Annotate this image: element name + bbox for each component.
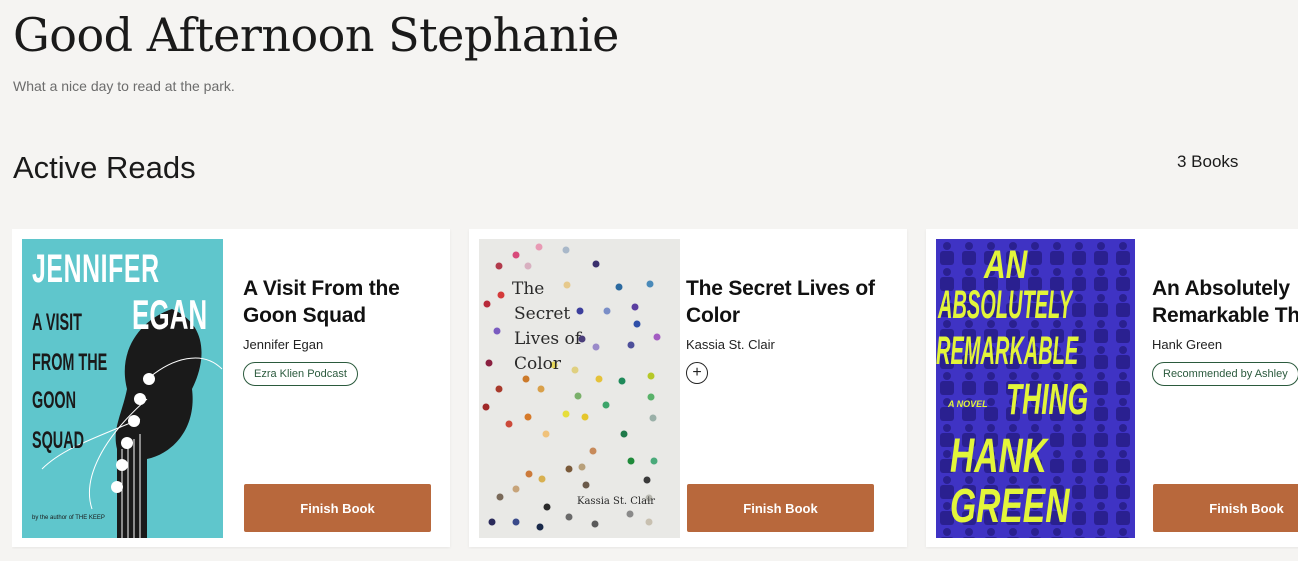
book-card[interactable]: JENNIFER EGAN A VISIT FROM THE GOON SQUA… [12, 229, 450, 547]
cover-novel-label: A NOVEL [948, 399, 988, 409]
book-info: The Secret Lives of Color Kassia St. Cla… [686, 275, 886, 384]
plus-icon: + [692, 364, 702, 381]
book-title[interactable]: A Visit From the Goon Squad [243, 275, 443, 329]
cover-title-line: FROM THE [32, 349, 108, 376]
color-dots-illustration [482, 243, 661, 531]
cover-author-last: GREEN [950, 480, 1070, 533]
book-info: An AbsolutelyRemarkable Thing Hank Green… [1152, 275, 1298, 386]
cover-title-line: Color [514, 354, 562, 374]
cover-author-last: EGAN [132, 291, 208, 338]
cover-author-first: HANK [950, 430, 1048, 483]
book-cover[interactable]: The Secret Lives of Color Kassia St. Cla… [479, 239, 680, 538]
cover-title-line: GOON [32, 387, 77, 414]
book-title[interactable]: An AbsolutelyRemarkable Thing [1152, 275, 1298, 329]
cover-title-line: THING [1006, 375, 1089, 424]
cover-title-line: REMARKABLE [936, 329, 1079, 373]
book-title[interactable]: The Secret Lives of Color [686, 275, 886, 329]
finish-book-button[interactable]: Finish Book [687, 484, 874, 532]
book-author[interactable]: Kassia St. Clair [686, 337, 886, 352]
book-cover[interactable]: JENNIFER EGAN A VISIT FROM THE GOON SQUA… [22, 239, 223, 538]
cover-title-line: Lives of [514, 329, 582, 349]
recommendation-tag[interactable]: Recommended by Ashley [1152, 362, 1298, 386]
finish-book-button[interactable]: Finish Book [1153, 484, 1298, 532]
greeting-subtitle: What a nice day to read at the park. [13, 78, 235, 94]
book-cover[interactable]: AN ABSOLUTELY REMARKABLE THING A NOVEL H… [936, 239, 1135, 538]
cover-title-line: SQUAD [32, 427, 85, 454]
add-tag-button[interactable]: + [686, 362, 708, 384]
cover-author-first: JENNIFER [32, 247, 160, 291]
cover-title-line: The [512, 279, 545, 299]
book-count: 3 Books [1177, 152, 1239, 171]
recommendation-tag[interactable]: Ezra Klien Podcast [243, 362, 358, 386]
section-title: Active Reads [13, 150, 196, 185]
finish-book-button[interactable]: Finish Book [244, 484, 431, 532]
greeting-heading: Good Afternoon Stephanie [13, 8, 619, 62]
active-reads-list: JENNIFER EGAN A VISIT FROM THE GOON SQUA… [12, 229, 1298, 549]
book-card[interactable]: The Secret Lives of Color Kassia St. Cla… [469, 229, 907, 547]
book-card[interactable]: AN ABSOLUTELY REMARKABLE THING A NOVEL H… [926, 229, 1298, 547]
book-author[interactable]: Hank Green [1152, 337, 1298, 352]
cover-title-line: A VISIT [32, 309, 82, 336]
book-author[interactable]: Jennifer Egan [243, 337, 443, 352]
cover-byline: Kassia St. Clair [577, 496, 656, 507]
cover-byline: by the author of THE KEEP [32, 515, 105, 521]
cover-title-line: ABSOLUTELY [938, 283, 1073, 327]
book-info: A Visit From the Goon Squad Jennifer Ega… [243, 275, 443, 386]
cover-title-line: AN [984, 243, 1028, 287]
cover-title-line: Secret [514, 304, 571, 324]
